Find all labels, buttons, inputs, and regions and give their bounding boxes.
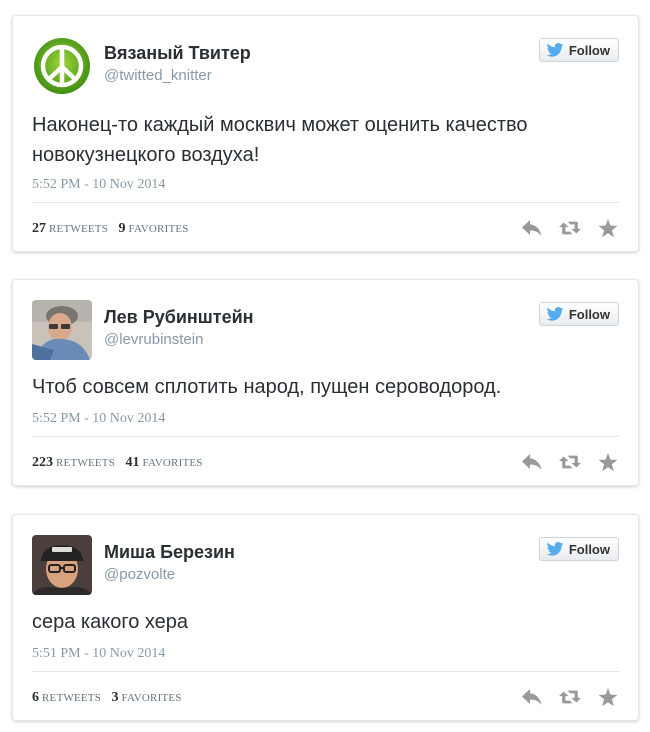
- tweet-actions: [521, 686, 619, 708]
- retweet-count[interactable]: 27: [32, 221, 46, 236]
- display-name[interactable]: Миша Березин: [104, 541, 235, 563]
- avatar[interactable]: [32, 300, 92, 360]
- retweets-label: RETWEETS: [42, 692, 102, 704]
- display-name[interactable]: Лев Рубинштейн: [104, 306, 254, 328]
- tweet-actions: [521, 451, 619, 473]
- tweet-text: Наконец-то каждый москвич может оценить …: [32, 114, 528, 166]
- twitter-bird-icon: [546, 43, 564, 57]
- tweet-stats: 27 RETWEETS 9 FAVORITES: [32, 221, 196, 237]
- tweet-stats: 6 RETWEETS 3 FAVORITES: [32, 690, 189, 706]
- reply-icon: [522, 454, 542, 470]
- reply-button[interactable]: [521, 686, 543, 708]
- retweet-button[interactable]: [559, 451, 581, 473]
- retweet-icon: [559, 690, 581, 704]
- reply-icon: [522, 220, 542, 236]
- tweet-card: Вязаный Твитер @twitted_knitter Follow Н…: [12, 15, 639, 252]
- favorites-label: FAVORITES: [128, 223, 189, 235]
- user-names: Вязаный Твитер @twitted_knitter: [104, 42, 251, 86]
- user-photo-avatar: [32, 535, 92, 595]
- retweet-icon: [559, 455, 581, 469]
- retweet-button[interactable]: [559, 686, 581, 708]
- divider: [32, 671, 619, 672]
- follow-button[interactable]: Follow: [538, 537, 619, 561]
- display-name[interactable]: Вязаный Твитер: [104, 42, 251, 64]
- retweet-button[interactable]: [559, 217, 581, 239]
- reply-button[interactable]: [521, 217, 543, 239]
- reply-icon: [522, 689, 542, 705]
- reply-button[interactable]: [521, 451, 543, 473]
- avatar[interactable]: [32, 36, 92, 96]
- retweet-count[interactable]: 6: [32, 690, 39, 705]
- star-icon: [598, 218, 618, 237]
- tweet-text: Чтоб совсем сплотить народ, пущен серово…: [32, 376, 502, 398]
- tweet-header: Лев Рубинштейн @levrubinstein Follow: [32, 300, 619, 360]
- favorite-count[interactable]: 9: [119, 221, 126, 236]
- twitter-bird-icon: [546, 542, 564, 556]
- user-names: Миша Березин @pozvolte: [104, 541, 235, 585]
- favorite-button[interactable]: [597, 451, 619, 473]
- screen-name[interactable]: @pozvolte: [104, 565, 235, 585]
- retweets-label: RETWEETS: [49, 223, 109, 235]
- peace-sign-icon: [32, 36, 92, 96]
- tweet-timestamp[interactable]: 5:51 PM - 10 Nov 2014: [32, 646, 165, 662]
- tweet-timestamp[interactable]: 5:52 PM - 10 Nov 2014: [32, 411, 165, 427]
- retweet-icon: [559, 221, 581, 235]
- star-icon: [598, 687, 618, 706]
- tweet-footer: 6 RETWEETS 3 FAVORITES: [32, 686, 619, 710]
- user-names: Лев Рубинштейн @levrubinstein: [104, 306, 254, 350]
- retweets-label: RETWEETS: [56, 457, 116, 469]
- follow-button[interactable]: Follow: [538, 302, 619, 326]
- favorites-label: FAVORITES: [121, 692, 182, 704]
- tweet-card: Миша Березин @pozvolte Follow сера каког…: [12, 514, 639, 721]
- follow-label: Follow: [568, 541, 610, 557]
- follow-label: Follow: [568, 306, 610, 322]
- screen-name[interactable]: @twitted_knitter: [104, 66, 251, 86]
- tweet-actions: [521, 217, 619, 239]
- star-icon: [598, 452, 618, 471]
- favorite-button[interactable]: [597, 686, 619, 708]
- tweet-card: Лев Рубинштейн @levrubinstein Follow Что…: [12, 279, 639, 486]
- tweet-header: Миша Березин @pozvolte Follow: [32, 535, 619, 595]
- divider: [32, 202, 619, 203]
- retweet-count[interactable]: 223: [32, 455, 53, 470]
- follow-label: Follow: [568, 42, 610, 58]
- twitter-bird-icon: [546, 307, 564, 321]
- tweet-stats: 223 RETWEETS 41 FAVORITES: [32, 455, 210, 471]
- tweet-timestamp[interactable]: 5:52 PM - 10 Nov 2014: [32, 177, 165, 193]
- favorite-button[interactable]: [597, 217, 619, 239]
- divider: [32, 436, 619, 437]
- tweet-feed: Вязаный Твитер @twitted_knitter Follow Н…: [0, 0, 650, 732]
- tweet-header: Вязаный Твитер @twitted_knitter Follow: [32, 36, 619, 96]
- tweet-footer: 223 RETWEETS 41 FAVORITES: [32, 451, 619, 475]
- tweet-footer: 27 RETWEETS 9 FAVORITES: [32, 217, 619, 241]
- user-photo-avatar: [32, 300, 92, 360]
- favorite-count[interactable]: 41: [126, 455, 140, 470]
- screen-name[interactable]: @levrubinstein: [104, 330, 254, 350]
- avatar[interactable]: [32, 535, 92, 595]
- favorite-count[interactable]: 3: [112, 690, 119, 705]
- favorites-label: FAVORITES: [142, 457, 203, 469]
- follow-button[interactable]: Follow: [538, 38, 619, 62]
- tweet-text: сера какого хера: [32, 611, 189, 633]
